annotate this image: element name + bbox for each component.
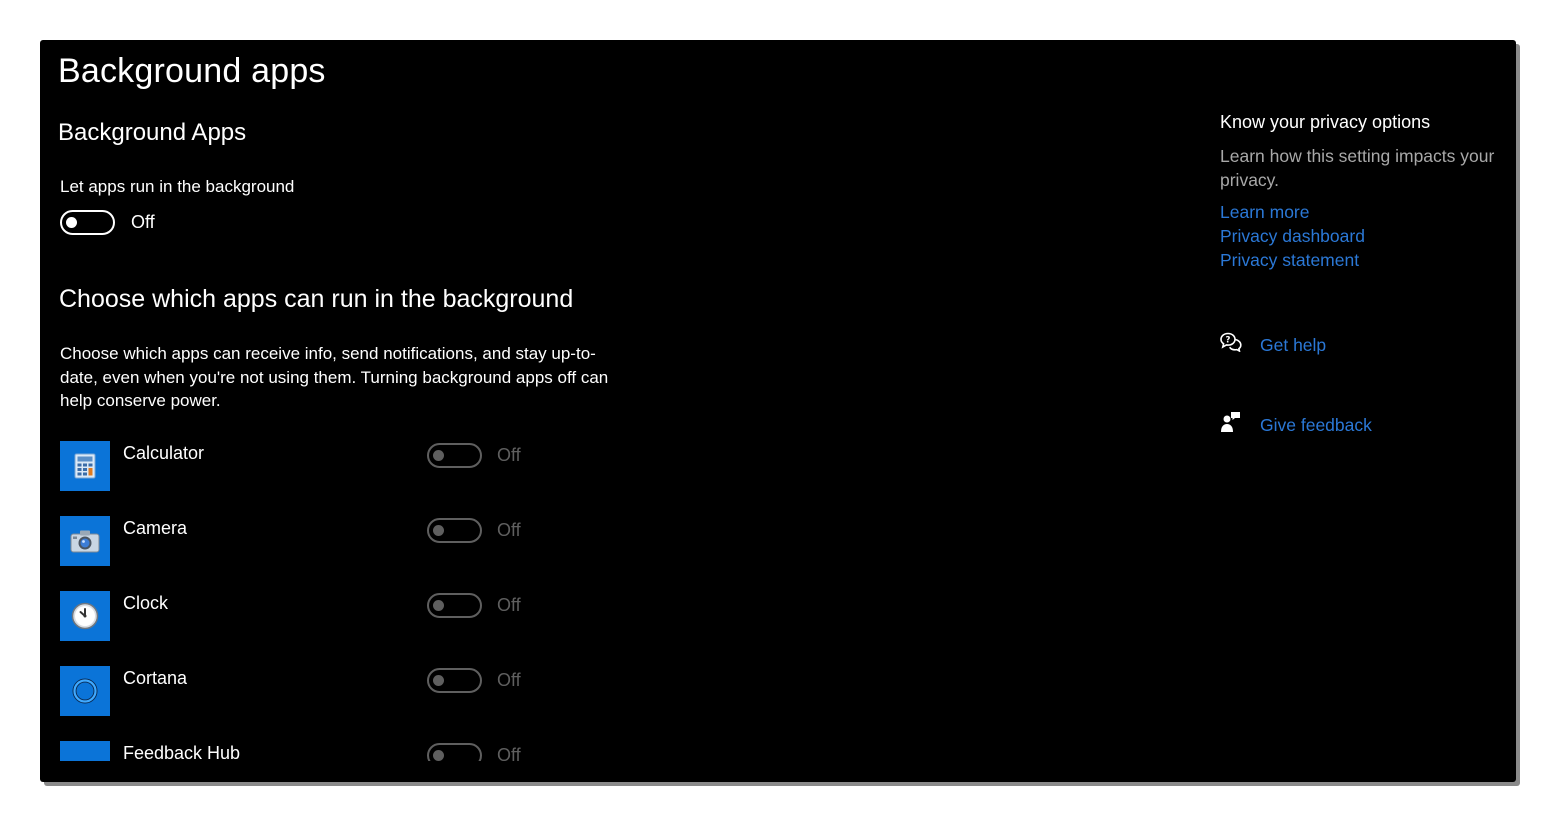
calculator-icon bbox=[60, 441, 110, 491]
toggle-state-label: Off bbox=[131, 212, 155, 232]
background-toggle-row: Off bbox=[60, 210, 155, 235]
app-list: Calculator Off Camera Off Clock Off Cort… bbox=[60, 441, 620, 761]
app-row-camera: Camera Off bbox=[60, 516, 620, 591]
app-toggle-row: Off bbox=[427, 443, 521, 468]
give-feedback-link[interactable]: Give feedback bbox=[1260, 413, 1372, 437]
app-name: Feedback Hub bbox=[123, 743, 241, 761]
get-help-row[interactable]: ? Get help bbox=[1220, 332, 1326, 357]
toggle-state-label: Off bbox=[497, 520, 521, 540]
privacy-statement-link[interactable]: Privacy statement bbox=[1220, 248, 1510, 272]
app-row-clock: Clock Off bbox=[60, 591, 620, 666]
settings-window: Background apps Background Apps Let apps… bbox=[40, 40, 1516, 782]
toggle-state-label: Off bbox=[497, 670, 521, 690]
calculator-toggle[interactable] bbox=[427, 443, 482, 468]
background-apps-toggle[interactable] bbox=[60, 210, 115, 235]
app-name: Cortana bbox=[123, 668, 188, 688]
section-title: Background Apps bbox=[58, 119, 247, 146]
privacy-dashboard-link[interactable]: Privacy dashboard bbox=[1220, 224, 1510, 248]
toggle-knob bbox=[433, 675, 444, 686]
cortana-toggle[interactable] bbox=[427, 668, 482, 693]
get-help-link[interactable]: Get help bbox=[1260, 333, 1326, 357]
app-toggle-row: Off bbox=[427, 743, 521, 761]
feedback-hub-toggle[interactable] bbox=[427, 743, 482, 761]
learn-more-link[interactable]: Learn more bbox=[1220, 200, 1510, 224]
sidebar-title: Know your privacy options bbox=[1220, 112, 1431, 132]
background-setting-label: Let apps run in the background bbox=[60, 177, 295, 196]
app-row-feedback-hub: Feedback Hub Off bbox=[60, 741, 620, 761]
give-feedback-row[interactable]: Give feedback bbox=[1220, 411, 1372, 438]
toggle-state-label: Off bbox=[497, 445, 521, 465]
toggle-knob bbox=[433, 450, 444, 461]
camera-icon bbox=[60, 516, 110, 566]
cortana-icon bbox=[60, 666, 110, 716]
clock-icon bbox=[60, 591, 110, 641]
app-name: Camera bbox=[123, 518, 188, 538]
privacy-sidebar: Know your privacy options Learn how this… bbox=[1220, 112, 1510, 435]
camera-toggle[interactable] bbox=[427, 518, 482, 543]
svg-text:?: ? bbox=[1226, 336, 1231, 346]
choose-apps-title: Choose which apps can run in the backgro… bbox=[59, 285, 574, 313]
toggle-state-label: Off bbox=[497, 745, 521, 761]
toggle-state-label: Off bbox=[497, 595, 521, 615]
privacy-links: Learn more Privacy dashboard Privacy sta… bbox=[1220, 200, 1510, 272]
sidebar-description: Learn how this setting impacts your priv… bbox=[1220, 146, 1495, 190]
choose-apps-description: Choose which apps can receive info, send… bbox=[60, 344, 609, 410]
app-row-cortana: Cortana Off bbox=[60, 666, 620, 741]
give-feedback-icon bbox=[1220, 411, 1242, 438]
clock-toggle[interactable] bbox=[427, 593, 482, 618]
app-toggle-row: Off bbox=[427, 593, 521, 618]
toggle-knob bbox=[433, 525, 444, 536]
app-toggle-row: Off bbox=[427, 518, 521, 543]
get-help-icon: ? bbox=[1220, 332, 1242, 357]
page-title: Background apps bbox=[58, 52, 326, 90]
feedback-hub-icon bbox=[60, 741, 110, 761]
toggle-knob bbox=[66, 217, 77, 228]
app-row-calculator: Calculator Off bbox=[60, 441, 620, 516]
app-toggle-row: Off bbox=[427, 668, 521, 693]
app-name: Clock bbox=[123, 593, 169, 613]
app-name: Calculator bbox=[123, 443, 205, 463]
toggle-knob bbox=[433, 600, 444, 611]
toggle-knob bbox=[433, 750, 444, 761]
